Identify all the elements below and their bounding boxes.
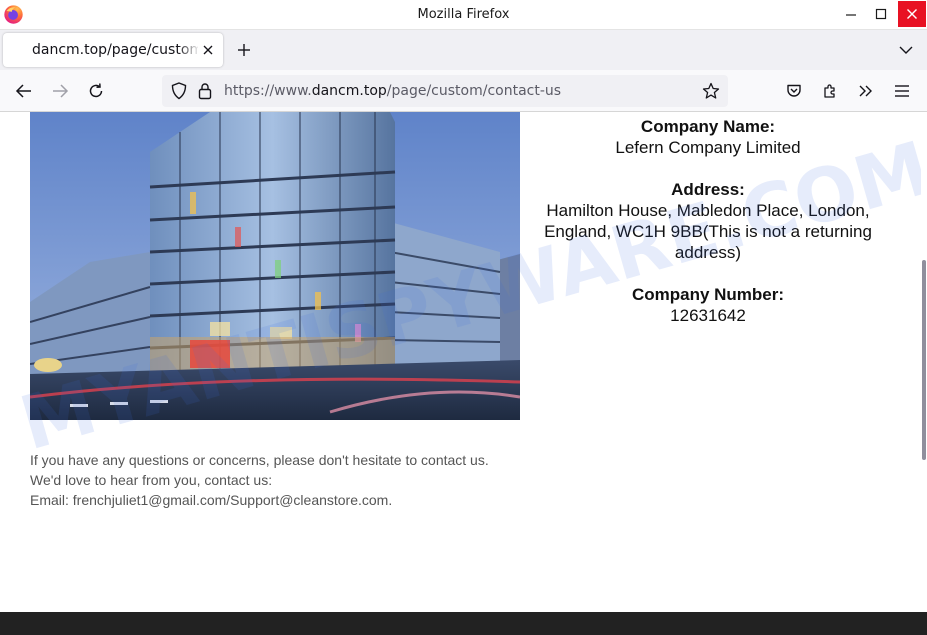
contact-line-questions: If you have any questions or concerns, p… [30,452,489,468]
back-arrow-icon [15,84,31,98]
url-domain: dancm.top [311,83,387,99]
url-prefix: https://www. [224,83,312,99]
tab-active[interactable]: dancm.top/page/custom/contact-us [3,33,223,67]
reload-button[interactable] [83,79,109,103]
page-scrollbar[interactable] [921,112,927,612]
extensions-button[interactable] [817,79,843,103]
contact-line-hear: We'd love to hear from you, contact us: [30,472,273,488]
contact-line-email: Email: frenchjuliet1@gmail.com/Support@c… [30,492,393,508]
hamburger-menu-icon [895,85,909,97]
minimize-icon [846,14,856,16]
puzzle-icon [824,84,835,98]
plus-icon [238,44,250,56]
company-info: Company Name: Lefern Company Limited Add… [527,116,889,347]
tracking-protection-shield-icon[interactable] [170,82,188,100]
tab-title: dancm.top/page/custom/contact-us [32,42,198,58]
address-bar[interactable]: https://www.dancm.top/page/custom/contac… [162,75,728,107]
tab-title-fade [178,37,200,63]
tab-strip: dancm.top/page/custom/contact-us [0,30,927,70]
scrollbar-thumb[interactable] [922,260,926,460]
close-window-button[interactable] [898,1,926,27]
office-building-photo [30,112,520,420]
contact-text: If you have any questions or concerns, p… [30,450,489,510]
maximize-button[interactable] [867,1,895,27]
list-all-tabs-button[interactable] [894,39,918,61]
address-value: Hamilton House, Mabledon Place, London, … [544,201,872,262]
pocket-button[interactable] [781,79,807,103]
new-tab-button[interactable] [233,39,255,61]
close-icon [907,9,917,19]
chevron-down-icon [899,46,913,54]
app-menu-button[interactable] [889,79,915,103]
tab-close-button[interactable] [200,42,216,58]
address-label: Address: [671,180,745,199]
company-number-label: Company Number: [631,285,785,304]
pocket-icon [787,84,801,97]
navigation-toolbar: https://www.dancm.top/page/custom/contac… [0,70,927,112]
page-footer [0,612,927,635]
double-chevron-right-icon [859,85,872,97]
window-titlebar: Mozilla Firefox [0,0,927,30]
window-title: Mozilla Firefox [417,7,510,22]
company-number-value: 12631642 [670,306,746,325]
company-name-label: Company Name: [640,117,776,136]
url-text[interactable]: https://www.dancm.top/page/custom/contac… [224,83,561,99]
lock-icon[interactable] [196,82,214,100]
url-path: /page/custom/contact-us [386,83,562,99]
reload-icon [89,83,103,98]
close-tab-icon [203,45,213,55]
page-content: Company Name: Lefern Company Limited Add… [0,112,921,612]
back-button[interactable] [11,79,37,103]
forward-arrow-icon [53,84,69,98]
maximize-icon [875,8,887,20]
more-tools-button[interactable] [853,79,879,103]
bookmark-star-icon[interactable] [702,82,720,100]
minimize-button[interactable] [837,1,865,27]
forward-button[interactable] [47,79,73,103]
company-name-value: Lefern Company Limited [615,138,801,157]
